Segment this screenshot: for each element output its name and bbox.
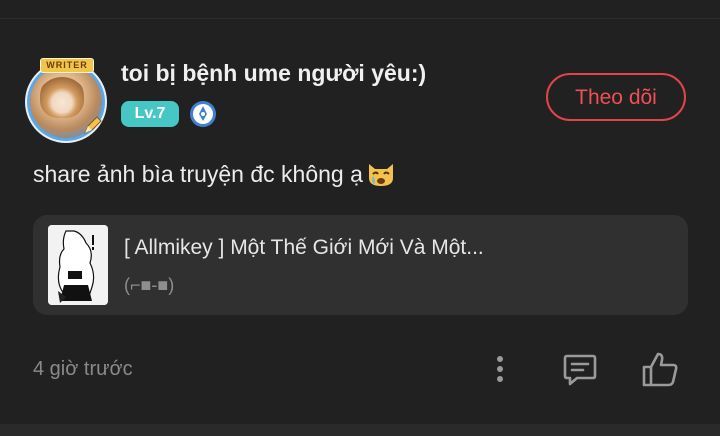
avatar-portrait	[40, 74, 84, 118]
bottom-divider	[0, 424, 720, 436]
top-divider	[0, 18, 720, 19]
follow-button[interactable]: Theo dõi	[546, 73, 686, 121]
avatar-writer-banner: WRITER	[40, 58, 94, 73]
post-body: share ảnh bìa truyện đc không ạ	[33, 161, 363, 187]
writer-badge-icon	[190, 101, 216, 127]
crying-cat-face-icon	[368, 164, 393, 186]
post-timestamp: 4 giờ trước	[33, 358, 133, 380]
story-card[interactable]: [ Allmikey ] Một Thế Giới Mới Và Một... …	[33, 215, 688, 315]
story-subtitle: (⌐■-■)	[124, 275, 175, 295]
user-avatar[interactable]: WRITER	[22, 58, 110, 146]
post-text: share ảnh bìa truyện đc không ạ	[33, 158, 397, 188]
username[interactable]: toi bị bệnh ume người yêu:)	[121, 60, 426, 87]
more-vertical-icon[interactable]	[488, 352, 512, 386]
comment-icon[interactable]	[561, 350, 599, 388]
story-cover-thumbnail	[48, 225, 108, 305]
pen-icon	[84, 116, 102, 134]
thumbs-up-icon[interactable]	[640, 349, 680, 389]
story-title: [ Allmikey ] Một Thế Giới Mới Và Một...	[124, 236, 484, 259]
level-badge: Lv.7	[121, 101, 179, 127]
